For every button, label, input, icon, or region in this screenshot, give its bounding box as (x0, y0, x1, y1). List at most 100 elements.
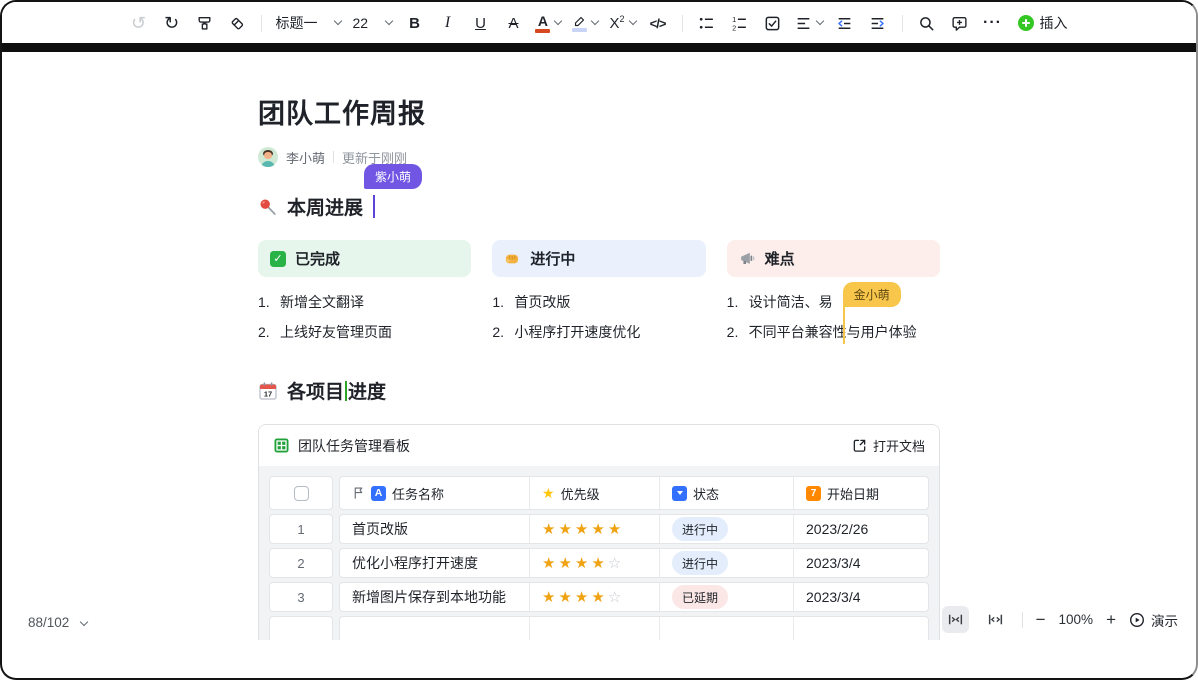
comment-button[interactable] (946, 9, 974, 37)
star-icon[interactable]: ★ (591, 588, 604, 606)
table-body: 1 首页改版 ★★★★★ 进行中 2023/2/26 2 优化小程序打开速度 ★… (269, 514, 929, 640)
cell-task-name[interactable]: 新增图片保存到本地功能 (340, 583, 530, 611)
select-all-cell[interactable] (269, 476, 333, 510)
cell-status[interactable]: 已延期 (660, 583, 794, 611)
column-header-priority[interactable]: ★ 优先级 (530, 477, 660, 509)
star-icon[interactable]: ★ (575, 520, 588, 538)
column-header-status[interactable]: 状态 (660, 477, 794, 509)
redo-button[interactable]: ↻ (157, 9, 185, 37)
cell-date[interactable]: 2023/3/4 (794, 583, 928, 611)
cell-status[interactable]: 进行中 (660, 515, 794, 543)
section-heading-projects[interactable]: 17 各项目进度 (258, 377, 940, 404)
cell-priority[interactable]: ★★★★★ (530, 515, 660, 543)
page-title[interactable]: 团队工作周报 (258, 92, 940, 131)
star-icon[interactable]: ★ (558, 588, 571, 606)
ordered-list-button[interactable]: 12 (726, 9, 754, 37)
zoom-out-button[interactable]: − (1036, 610, 1046, 630)
cell-task-name[interactable]: 首页改版 (340, 515, 530, 543)
callout-green[interactable]: ✓ 已完成 (258, 240, 471, 277)
format-painter-button[interactable] (190, 9, 218, 37)
highlight-button[interactable] (569, 9, 601, 37)
star-icon[interactable]: ☆ (608, 554, 621, 572)
cell-status[interactable]: 进行中 (660, 549, 794, 577)
star-icon[interactable]: ★ (542, 588, 555, 606)
chevron-down-icon (334, 17, 342, 25)
row-index[interactable]: 1 (269, 514, 333, 544)
star-icon[interactable]: ★ (591, 554, 604, 572)
section-heading-week[interactable]: 本周进展 紫小萌 (258, 193, 940, 220)
column-header-task-name[interactable]: A 任务名称 (340, 477, 530, 509)
code-button[interactable]: </> (644, 9, 672, 37)
cell-date[interactable]: 2023/2/26 (794, 515, 928, 543)
collab-cursor-yellow: 金小萌 (843, 282, 901, 307)
star-icon[interactable]: ★ (575, 554, 588, 572)
star-icon[interactable]: ★ (591, 520, 604, 538)
list-item[interactable]: 1. 设计简洁、易 金小萌 (727, 287, 940, 317)
cell-date[interactable]: 2023/3/4 (794, 549, 928, 577)
embed-card-title: 团队任务管理看板 (273, 436, 410, 456)
column-header-start-date[interactable]: 7 开始日期 (794, 477, 928, 509)
list-item[interactable]: 2. 不同平台兼容性与用户体验 (727, 317, 940, 347)
open-document-button[interactable]: 打开文档 (852, 436, 925, 455)
chevron-down-icon (80, 617, 88, 625)
zoom-in-button[interactable]: + (1106, 610, 1116, 630)
star-icon[interactable]: ★ (542, 520, 555, 538)
collab-caret-purple (373, 195, 375, 218)
callout-red[interactable]: 难点 (727, 240, 940, 277)
font-color-button[interactable]: A (532, 9, 564, 37)
row-index[interactable]: 3 (269, 582, 333, 612)
font-size-select[interactable]: 22 (349, 9, 395, 37)
eraser-button[interactable] (223, 9, 251, 37)
italic-button[interactable]: I (433, 9, 461, 37)
cell-priority[interactable]: ★★★★☆ (530, 549, 660, 577)
svg-text:17: 17 (264, 389, 272, 398)
list-number: 1. (492, 294, 507, 310)
status-badge[interactable]: 进行中 (672, 517, 728, 541)
list-item[interactable]: 2. 小程序打开速度优化 (492, 317, 705, 347)
align-select[interactable] (792, 9, 826, 37)
undo-button[interactable]: ↺ (124, 9, 152, 37)
byline-divider (333, 151, 334, 163)
list-item[interactable]: 2. 上线好友管理页面 (258, 317, 471, 347)
fit-width-button[interactable] (942, 606, 969, 633)
page-indicator[interactable]: 88/102 (28, 615, 87, 630)
list-number: 1. (727, 294, 742, 310)
insert-button[interactable]: 插入 (1012, 9, 1074, 37)
list-item[interactable]: 1. 首页改版 (492, 287, 705, 317)
checkbox-icon[interactable] (294, 486, 309, 501)
list-item[interactable]: 1. 新增全文翻译 (258, 287, 471, 317)
star-icon[interactable]: ☆ (608, 588, 621, 606)
status-badge[interactable]: 进行中 (672, 551, 728, 575)
underline-button[interactable]: U (466, 9, 494, 37)
bold-button[interactable]: B (400, 9, 428, 37)
star-icon[interactable]: ★ (542, 554, 555, 572)
star-icon[interactable]: ★ (558, 520, 571, 538)
star-icon: ★ (542, 485, 555, 502)
indent-button[interactable] (864, 9, 892, 37)
strikethrough-button[interactable]: A (499, 9, 527, 37)
star-icon[interactable]: ★ (558, 554, 571, 572)
outdent-button[interactable] (831, 9, 859, 37)
byline: 李小萌 更新于刚刚 (258, 147, 940, 167)
row-index[interactable]: 2 (269, 548, 333, 578)
callout-blue[interactable]: 进行中 (492, 240, 705, 277)
bullet-list-button[interactable] (693, 9, 721, 37)
star-icon[interactable]: ★ (575, 588, 588, 606)
full-width-button[interactable] (982, 606, 1009, 633)
heading-style-select[interactable]: 标题一 (272, 9, 344, 37)
plus-icon (1018, 15, 1034, 31)
cell-task-name[interactable]: 优化小程序打开速度 (340, 549, 530, 577)
zoom-level[interactable]: 100% (1059, 612, 1094, 627)
star-icon[interactable]: ★ (608, 520, 621, 538)
task-list-button[interactable] (759, 9, 787, 37)
present-button[interactable]: 演示 (1129, 610, 1178, 630)
cell-priority[interactable]: ★★★★☆ (530, 583, 660, 611)
status-badge[interactable]: 已延期 (672, 585, 728, 609)
embed-card-header: 团队任务管理看板 打开文档 (259, 425, 939, 466)
list-item-text: 新增全文翻译 (280, 292, 364, 312)
search-button[interactable] (913, 9, 941, 37)
row-index[interactable] (269, 616, 333, 640)
more-button[interactable]: ··· (979, 9, 1007, 37)
callout-label: 进行中 (530, 248, 575, 269)
superscript-button[interactable]: X2 (606, 9, 638, 37)
